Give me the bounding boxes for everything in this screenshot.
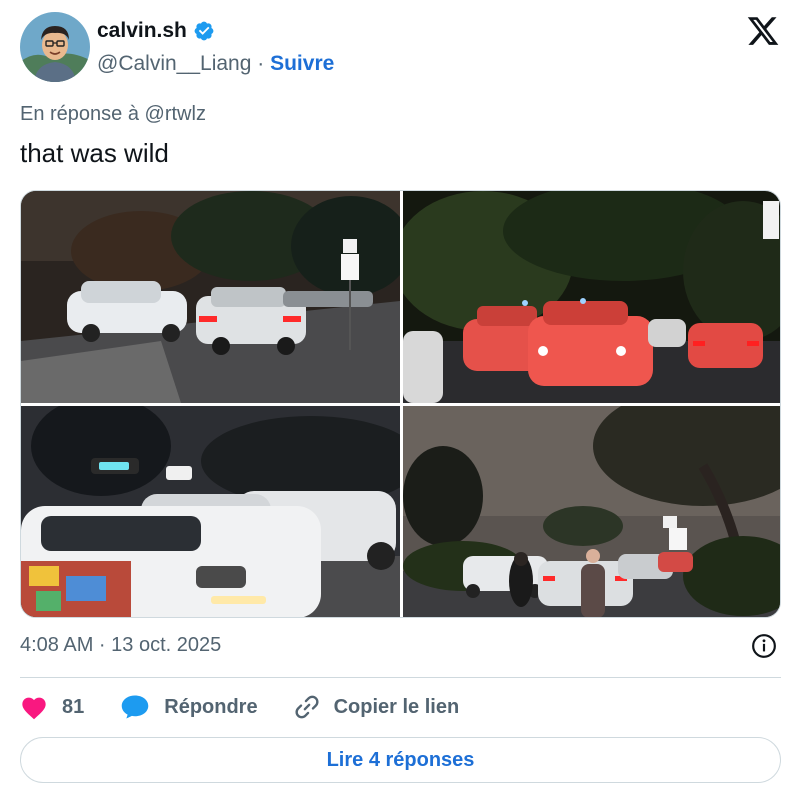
read-replies-label: Lire 4 réponses — [326, 748, 475, 771]
like-button[interactable]: 81 — [20, 694, 84, 720]
reply-bubble-icon — [121, 695, 149, 719]
photo-1[interactable] — [21, 191, 400, 403]
author-handle[interactable]: @Calvin__Liang — [97, 52, 251, 75]
avatar[interactable] — [20, 12, 90, 82]
author-name[interactable]: calvin.sh — [97, 19, 187, 43]
reply-button[interactable]: Répondre — [120, 694, 258, 720]
tweet-text: that was wild — [20, 138, 169, 168]
divider — [20, 677, 781, 678]
tweet-timestamp[interactable]: 4:08 AM · 13 oct. 2025 — [20, 634, 221, 657]
reply-context[interactable]: En réponse à @rtwlz — [20, 103, 206, 126]
photo-4[interactable] — [403, 406, 780, 617]
media-grid — [20, 190, 781, 618]
x-logo-icon[interactable] — [746, 14, 780, 48]
avatar-image — [20, 12, 90, 82]
follow-button[interactable]: Suivre — [270, 52, 334, 75]
link-icon — [295, 695, 319, 719]
heart-icon — [22, 697, 46, 720]
verified-badge-icon — [194, 21, 214, 41]
photo-2[interactable] — [403, 191, 780, 403]
author-name-row: calvin.sh — [97, 19, 215, 43]
handle-separator: · — [251, 52, 271, 75]
author-handle-row: @Calvin__Liang · Suivre — [97, 52, 334, 76]
photo-3[interactable] — [21, 406, 400, 617]
action-bar: 81 Répondre Copier le lien — [20, 690, 495, 724]
read-replies-button[interactable]: Lire 4 réponses — [20, 737, 781, 783]
info-icon[interactable] — [751, 633, 777, 659]
copy-link-button[interactable]: Copier le lien — [294, 694, 460, 720]
reply-label: Répondre — [164, 695, 258, 718]
copy-link-label: Copier le lien — [333, 695, 460, 718]
like-count: 81 — [62, 695, 85, 718]
